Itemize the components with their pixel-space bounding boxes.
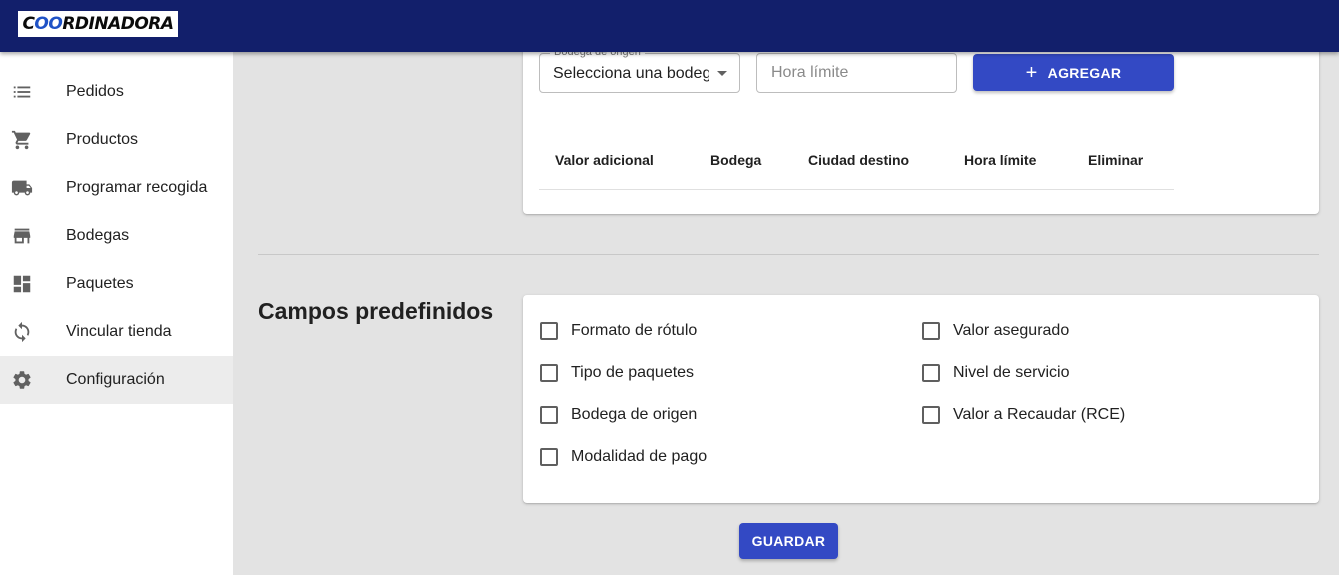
sidebar-item-productos[interactable]: Productos (0, 116, 233, 164)
sidebar-item-bodegas[interactable]: Bodegas (0, 212, 233, 260)
sync-icon (11, 321, 33, 343)
checkbox-icon[interactable] (540, 364, 558, 382)
sidebar-item-pedidos[interactable]: Pedidos (0, 68, 233, 116)
dashboard-icon (11, 273, 33, 295)
sidebar-item-label: Configuración (66, 371, 165, 388)
checkbox-valor-recaudar[interactable]: Valor a Recaudar (RCE) (922, 406, 1125, 424)
table-header-divider (539, 189, 1174, 190)
sidebar-item-label: Vincular tienda (66, 323, 172, 340)
checkbox-label: Valor a Recaudar (RCE) (953, 406, 1126, 423)
sidebar-item-label: Programar recogida (66, 179, 208, 196)
plus-icon: + (1025, 61, 1038, 84)
gear-icon (11, 369, 33, 391)
checkbox-icon[interactable] (540, 406, 558, 424)
column-header-valor-adicional: Valor adicional (555, 152, 654, 168)
coordinadora-logo[interactable]: COORDINADORA (18, 11, 178, 37)
top-app-bar: COORDINADORA (0, 0, 1339, 52)
section-title: Campos predefinidos (258, 298, 494, 324)
column-header-eliminar: Eliminar (1088, 152, 1144, 168)
column-header-ciudad-destino: Ciudad destino (808, 152, 910, 168)
column-header-bodega: Bodega (710, 152, 762, 168)
checkbox-modalidad-pago[interactable]: Modalidad de pago (540, 448, 707, 466)
checkbox-tipo-paquetes[interactable]: Tipo de paquetes (540, 364, 694, 382)
checkbox-icon[interactable] (922, 406, 940, 424)
checkbox-label: Modalidad de pago (571, 448, 708, 465)
sidebar-item-vincular-tienda[interactable]: Vincular tienda (0, 308, 233, 356)
save-button-label: GUARDAR (751, 533, 826, 549)
shopping-cart-icon (11, 129, 33, 151)
warehouse-select[interactable]: Bodega de origen Selecciona una bodega (539, 46, 740, 93)
checkbox-label: Valor asegurado (953, 322, 1070, 339)
section-divider (258, 254, 1319, 255)
store-icon (11, 225, 33, 247)
sidebar: Pedidos Productos Programar recogida Bod… (0, 52, 233, 575)
save-button[interactable]: GUARDAR (739, 523, 838, 559)
sidebar-item-programar-recogida[interactable]: Programar recogida (0, 164, 233, 212)
checkbox-label: Bodega de origen (571, 406, 698, 423)
logo-text: COORDINADORA (22, 14, 174, 34)
sidebar-item-label: Pedidos (66, 83, 124, 100)
checkbox-label: Formato de rótulo (571, 322, 698, 339)
sidebar-item-paquetes[interactable]: Paquetes (0, 260, 233, 308)
sidebar-item-label: Productos (66, 131, 139, 148)
truck-icon (11, 177, 33, 199)
checkbox-icon[interactable] (540, 448, 558, 466)
checkbox-label: Tipo de paquetes (571, 364, 695, 381)
sidebar-item-configuracion[interactable]: Configuración (0, 356, 233, 404)
add-button-label: AGREGAR (1047, 64, 1122, 81)
checkbox-formato-rotulo[interactable]: Formato de rótulo (540, 322, 697, 340)
chevron-down-icon[interactable] (717, 71, 727, 76)
warehouse-select-value: Selecciona una bodega (553, 65, 709, 82)
checkbox-nivel-servicio[interactable]: Nivel de servicio (922, 364, 1069, 382)
list-icon (11, 81, 33, 103)
checkbox-icon[interactable] (922, 322, 940, 340)
checkbox-valor-asegurado[interactable]: Valor asegurado (922, 322, 1069, 340)
sidebar-item-label: Paquetes (66, 275, 134, 292)
checkbox-bodega-origen[interactable]: Bodega de origen (540, 406, 697, 424)
checkbox-label: Nivel de servicio (953, 364, 1070, 381)
time-limit-input[interactable] (756, 53, 957, 93)
checkbox-icon[interactable] (540, 322, 558, 340)
column-header-hora-limite: Hora límite (964, 152, 1037, 168)
checkbox-icon[interactable] (922, 364, 940, 382)
sidebar-item-label: Bodegas (66, 227, 130, 244)
add-button[interactable]: + AGREGAR (973, 54, 1174, 91)
